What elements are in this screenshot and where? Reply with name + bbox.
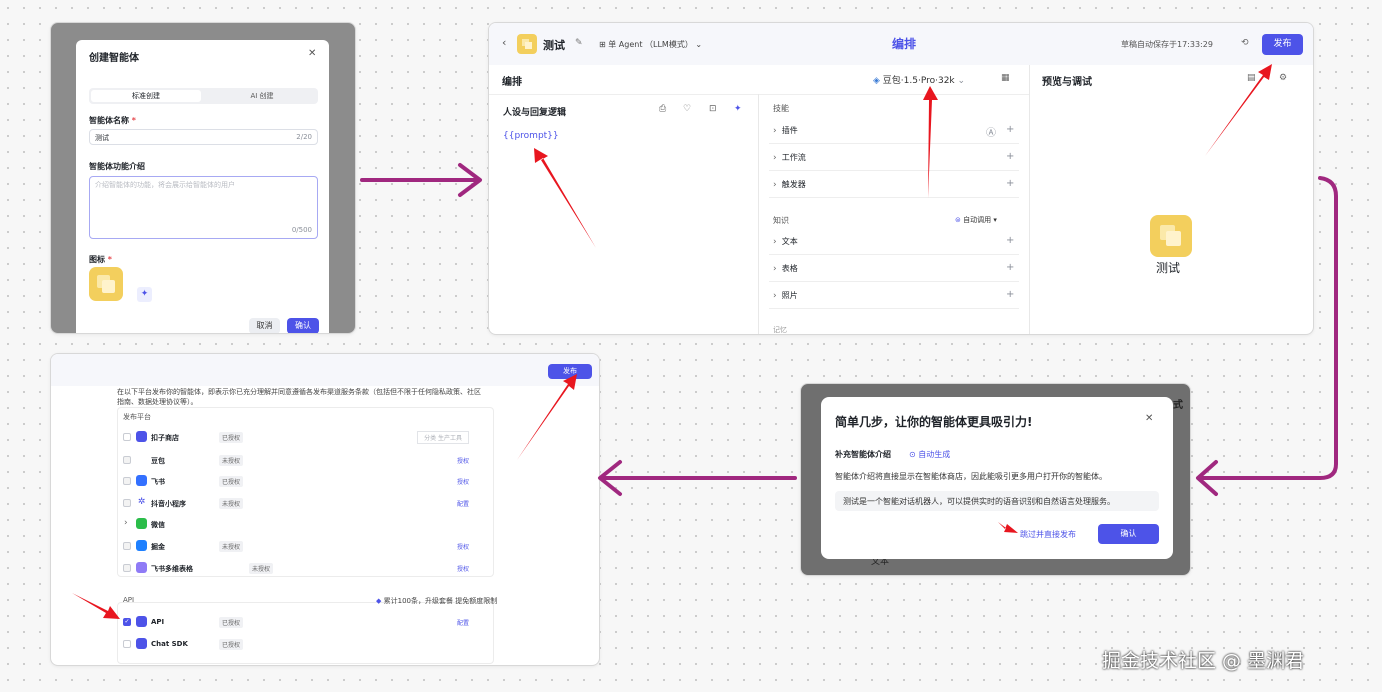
red-arrow-publish-btn bbox=[517, 374, 577, 460]
flow-arrow-down-left bbox=[1200, 176, 1338, 480]
red-arrow-publish bbox=[1205, 64, 1272, 156]
red-arrow-prompt bbox=[534, 148, 596, 248]
watermark-text: 掘金技术社区 @ 墨渊君 bbox=[1102, 650, 1305, 672]
red-arrow-skip bbox=[998, 522, 1018, 533]
red-arrow-model bbox=[923, 86, 938, 198]
red-arrow-api-checkbox bbox=[72, 593, 120, 619]
annotation-arrows bbox=[72, 64, 1338, 619]
